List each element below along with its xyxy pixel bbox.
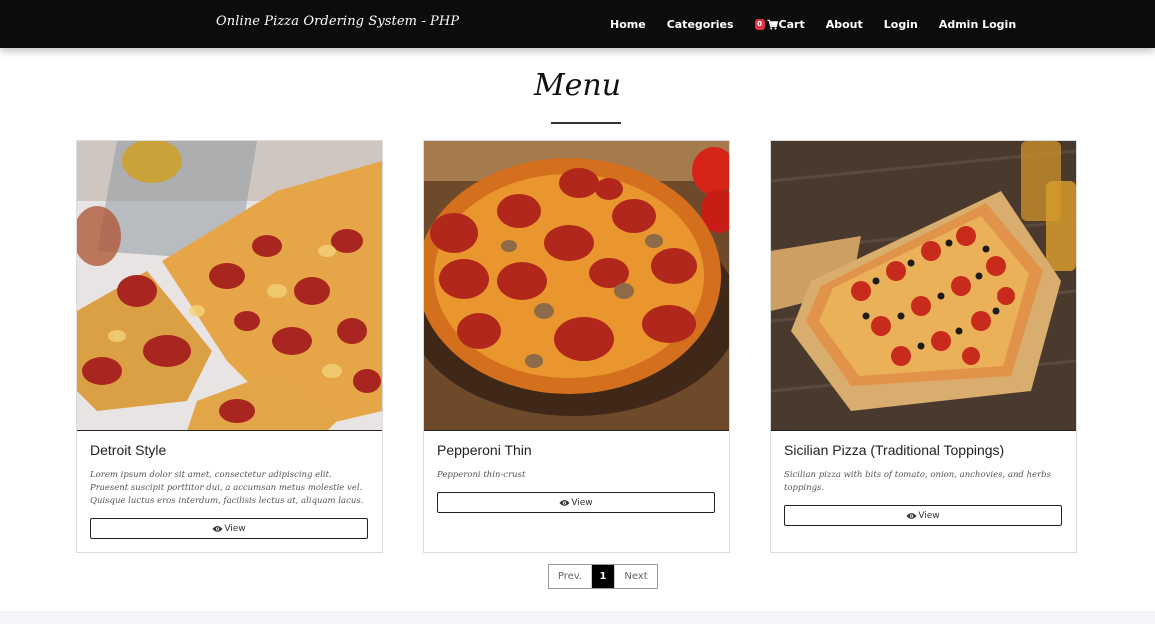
pagination: Prev. 1 Next <box>548 564 658 589</box>
product-card-pepperoni-thin: Pepperoni Thin Pepperoni thin-crust View <box>423 140 730 553</box>
nav-categories[interactable]: Categories <box>667 18 734 31</box>
view-button-label: View <box>571 497 593 508</box>
cart-icon <box>767 19 778 29</box>
product-title: Pepperoni Thin <box>437 442 532 458</box>
view-button-label: View <box>224 523 246 534</box>
product-card-detroit-style: Detroit Style Lorem ipsum dolor sit amet… <box>76 140 383 553</box>
sicilian-pizza-image[interactable] <box>771 141 1076 431</box>
product-title: Sicilian Pizza (Traditional Toppings) <box>784 442 1005 458</box>
nav-login[interactable]: Login <box>884 18 918 31</box>
pagination-next[interactable]: Next <box>614 565 657 588</box>
view-button[interactable]: View <box>437 492 715 513</box>
footer-strip <box>0 611 1155 624</box>
pagination-prev[interactable]: Prev. <box>549 565 592 588</box>
nav-about[interactable]: About <box>826 18 863 31</box>
eye-icon <box>906 512 917 519</box>
pepperoni-thin-pizza-image[interactable] <box>424 141 729 431</box>
cart-count-badge: 0 <box>754 18 765 30</box>
nav-cart-label: Cart <box>778 17 805 31</box>
heading-divider <box>551 122 621 124</box>
nav-home[interactable]: Home <box>610 18 646 31</box>
eye-icon <box>212 525 223 532</box>
top-navbar: Online Pizza Ordering System - PHP Home … <box>0 0 1155 48</box>
detroit-style-pizza-image[interactable] <box>77 141 382 431</box>
view-button-label: View <box>918 510 940 521</box>
brand-title[interactable]: Online Pizza Ordering System - PHP <box>216 14 459 29</box>
view-button[interactable]: View <box>784 505 1062 526</box>
product-card-sicilian-pizza: Sicilian Pizza (Traditional Toppings) Si… <box>770 140 1077 553</box>
product-description: Pepperoni thin-crust <box>437 470 526 480</box>
nav-admin-login[interactable]: Admin Login <box>939 18 1016 31</box>
view-button[interactable]: View <box>90 518 368 539</box>
product-description: Sicilian pizza with bits of tomato, onio… <box>784 470 1051 493</box>
nav-links: Home Categories 0 Cart About Login Admin… <box>600 0 1037 48</box>
menu-heading: Menu <box>533 68 622 103</box>
eye-icon <box>559 499 570 506</box>
pagination-page-1[interactable]: 1 <box>592 565 614 588</box>
product-title: Detroit Style <box>90 442 167 458</box>
nav-cart[interactable]: 0 Cart <box>754 17 805 31</box>
product-description: Lorem ipsum dolor sit amet, consectetur … <box>90 470 364 506</box>
